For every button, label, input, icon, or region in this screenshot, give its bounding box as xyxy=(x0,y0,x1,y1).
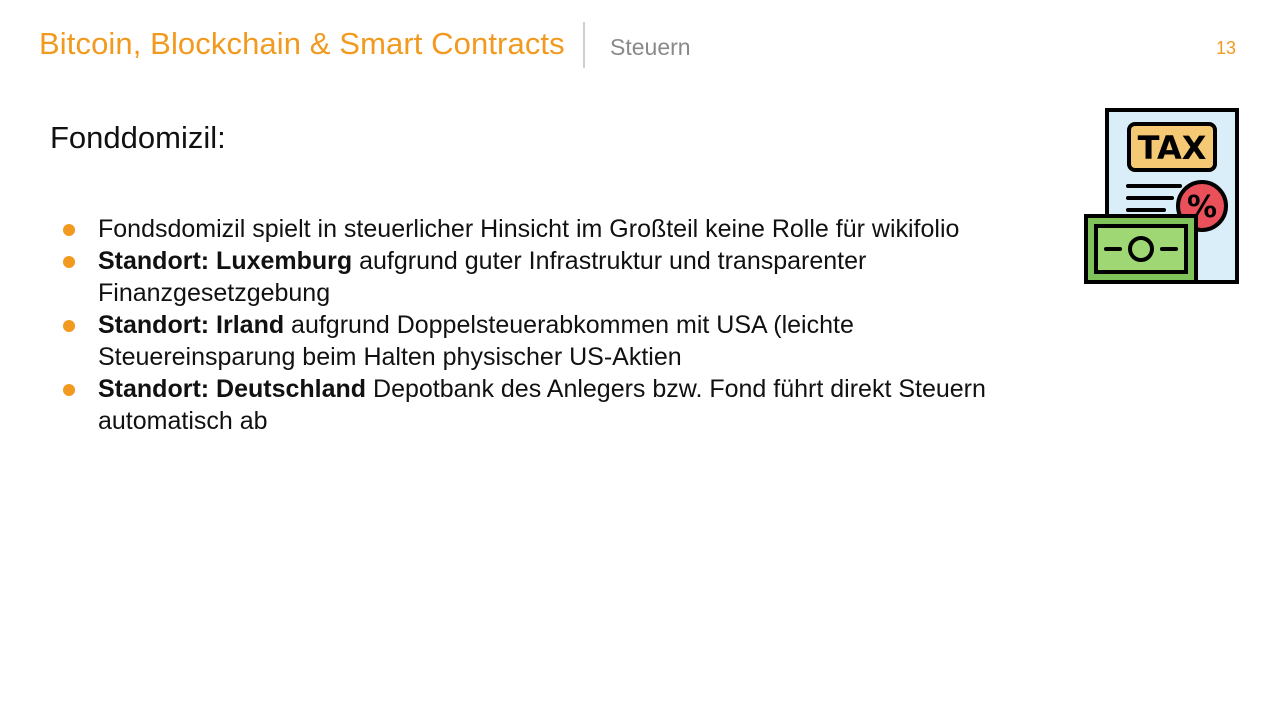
bullet-item: Standort: Irland aufgrund Doppelsteuerab… xyxy=(60,309,1040,373)
header-divider xyxy=(583,22,585,68)
bullet-dot xyxy=(63,320,75,332)
bullet-dot xyxy=(63,256,75,268)
tax-label-text: TAX xyxy=(1138,129,1207,167)
bullet-dot xyxy=(63,224,75,236)
bullet-strong-text: Standort: Irland xyxy=(98,311,285,339)
bullet-text: Fondsdomizil spielt in steuerlicher Hins… xyxy=(98,215,960,243)
bullet-item: Fondsdomizil spielt in steuerlicher Hins… xyxy=(60,213,1040,245)
money-bill-coin xyxy=(1128,236,1154,262)
tax-document-icon: TAX % xyxy=(1084,108,1239,284)
header-section: Steuern xyxy=(610,34,691,60)
bullet-strong-text: Standort: Luxemburg xyxy=(98,247,353,275)
bullet-item: Standort: Luxemburg aufgrund guter Infra… xyxy=(60,245,1040,309)
bullet-item: Standort: Deutschland Depotbank des Anle… xyxy=(60,373,1040,437)
page-number: 13 xyxy=(1215,38,1236,58)
bullet-list: Fondsdomizil spielt in steuerlicher Hins… xyxy=(60,213,1040,437)
bullet-dot xyxy=(63,384,75,396)
header-title: Bitcoin, Blockchain & Smart Contracts xyxy=(39,26,565,61)
slide-heading: Fonddomizil: xyxy=(50,120,226,155)
bullet-strong-text: Standort: Deutschland xyxy=(98,375,367,403)
